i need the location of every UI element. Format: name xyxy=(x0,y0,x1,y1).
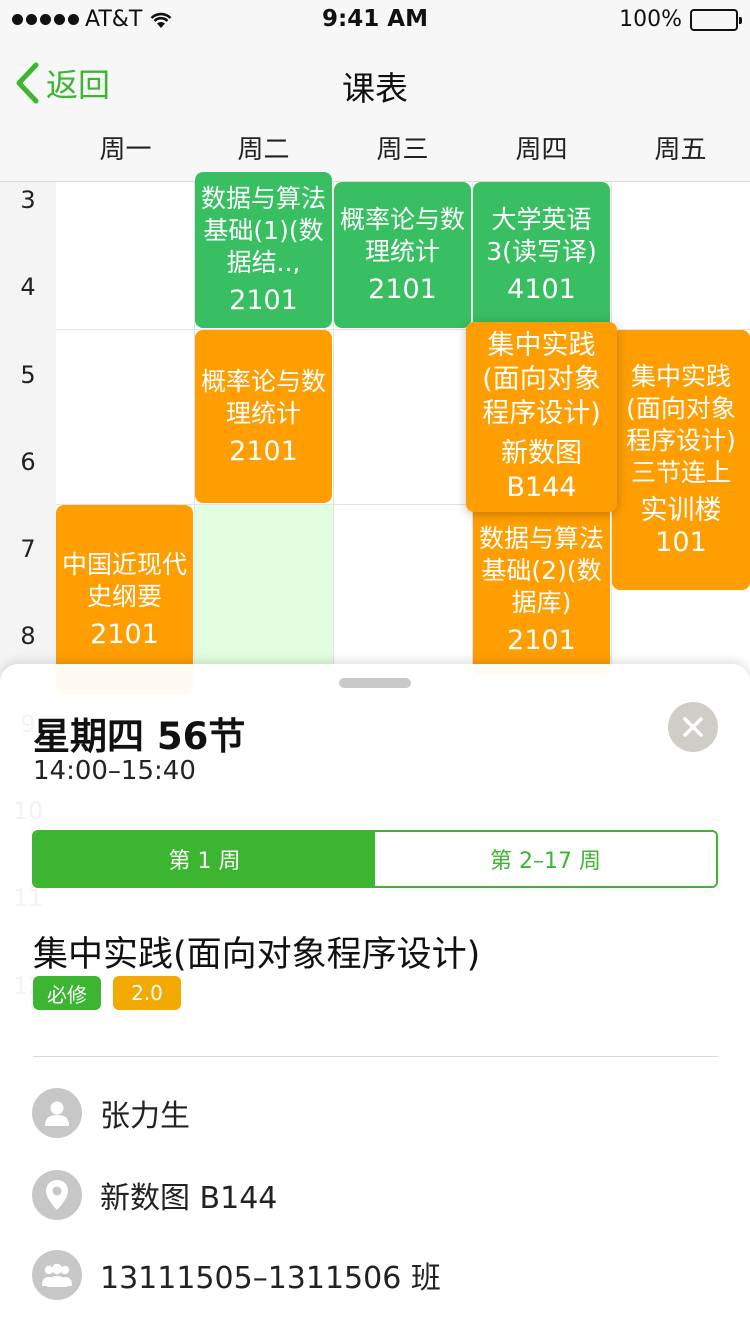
period-label: 7 xyxy=(20,535,36,563)
location-row: 新数图 B144 xyxy=(32,1170,277,1220)
course-room: 2101 xyxy=(368,274,437,305)
class-row: 13111505–1311506 班 xyxy=(32,1250,441,1300)
course-room: 新数图B144 xyxy=(501,438,582,503)
week-option-1[interactable]: 第 1 周 xyxy=(34,832,375,886)
course-room: 4101 xyxy=(507,274,576,305)
credit-badge: 2.0 xyxy=(113,976,181,1010)
course-name: 集中实践(面向对象程序设计) xyxy=(33,935,481,975)
course-room: 2101 xyxy=(229,435,298,467)
close-button[interactable] xyxy=(668,702,718,752)
sheet-heading: 星期四 56节 xyxy=(33,715,246,758)
period-label: 3 xyxy=(20,186,36,214)
course-title: 集中实践(面向对象程序设计)三节连上 xyxy=(626,362,736,487)
status-bar: AT&T 9:41 AM 100% xyxy=(0,0,750,40)
course-card-thu-34[interactable]: 大学英语3(读写译) 4101 xyxy=(473,182,610,328)
sheet-time-range: 14:00–15:40 xyxy=(33,756,196,786)
battery-icon xyxy=(690,8,742,31)
course-card-tue-34[interactable]: 数据与算法基础(1)(数据结.., 2101 xyxy=(195,172,332,328)
course-card-fri-567[interactable]: 集中实践(面向对象程序设计)三节连上 实训楼101 xyxy=(612,330,750,590)
course-card-tue-56[interactable]: 概率论与数理统计 2101 xyxy=(195,330,332,503)
close-icon xyxy=(683,717,703,737)
week-option-2-17[interactable]: 第 2–17 周 xyxy=(375,832,716,886)
teacher-name: 张力生 xyxy=(100,1099,190,1134)
location-text: 新数图 B144 xyxy=(100,1181,278,1216)
person-icon xyxy=(32,1088,82,1138)
battery-percent: 100% xyxy=(619,7,682,32)
week-selector: 第 1 周 第 2–17 周 xyxy=(32,830,718,888)
course-tags: 必修 2.0 xyxy=(33,976,181,1010)
course-room: 2101 xyxy=(507,625,576,656)
class-text: 13111505–1311506 班 xyxy=(100,1261,441,1296)
teacher-row: 张力生 xyxy=(32,1088,190,1138)
course-room: 实训楼101 xyxy=(640,495,722,558)
course-room: 2101 xyxy=(90,619,159,650)
course-title: 集中实践(面向对象程序设计) xyxy=(482,330,601,429)
course-title: 中国近现代史纲要 xyxy=(62,550,188,611)
course-card-wed-34[interactable]: 概率论与数理统计 2101 xyxy=(334,182,471,328)
course-title: 数据与算法基础(1)(数据结.., xyxy=(201,184,327,277)
period-label: 4 xyxy=(20,273,36,301)
page-title: 课表 xyxy=(342,69,408,108)
tab-wednesday[interactable]: 周三 xyxy=(333,126,472,182)
drag-handle[interactable] xyxy=(339,678,411,688)
period-label: 8 xyxy=(20,622,36,650)
course-card-thu-56-selected[interactable]: 集中实践(面向对象程序设计) 新数图B144 xyxy=(466,322,617,512)
nav-bar: 返回 课表 xyxy=(0,40,750,126)
divider xyxy=(33,1056,718,1057)
battery-group: 100% xyxy=(619,7,742,32)
course-title: 大学英语3(读写译) xyxy=(486,205,597,266)
course-room: 2101 xyxy=(229,285,298,316)
group-icon xyxy=(32,1250,82,1300)
course-title: 概率论与数理统计 xyxy=(201,366,327,428)
course-title: 概率论与数理统计 xyxy=(340,205,466,266)
course-detail-sheet: 星期四 56节 14:00–15:40 第 1 周 第 2–17 周 集中实践(… xyxy=(0,664,750,1334)
period-label: 6 xyxy=(20,448,36,476)
required-badge: 必修 xyxy=(33,976,101,1010)
location-pin-icon xyxy=(32,1170,82,1220)
course-title: 数据与算法基础(2)(数据库) xyxy=(479,524,605,617)
tab-friday[interactable]: 周五 xyxy=(611,126,750,182)
weekday-header: 周一 周二 周三 周四 周五 xyxy=(0,126,750,182)
tab-thursday[interactable]: 周四 xyxy=(472,126,611,182)
course-card-thu-78[interactable]: 数据与算法基础(2)(数据库) 2101 xyxy=(473,505,610,675)
tab-monday[interactable]: 周一 xyxy=(56,126,195,182)
period-label: 5 xyxy=(20,361,36,389)
